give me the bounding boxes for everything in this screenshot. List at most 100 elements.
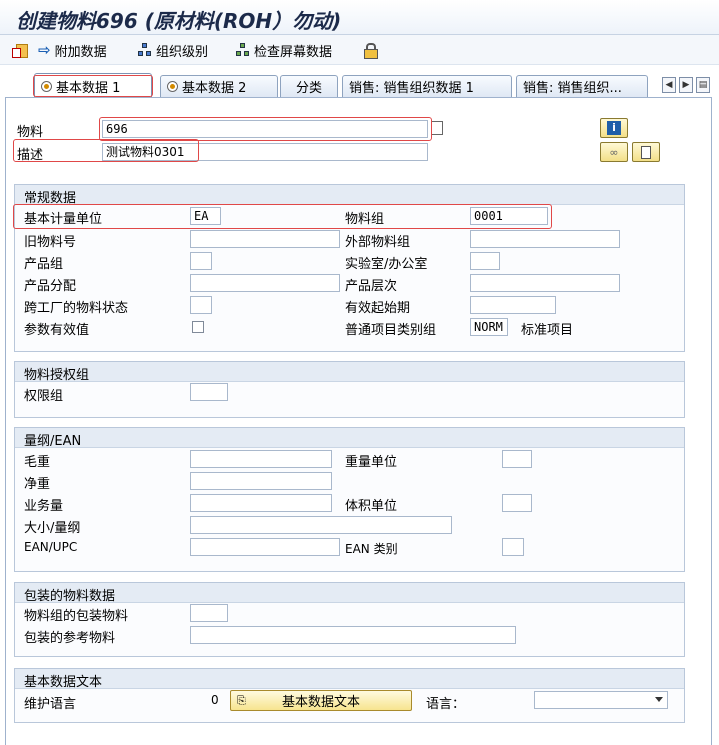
product-hierarchy-field[interactable] (470, 274, 620, 292)
copy-doc-button[interactable] (12, 40, 32, 60)
tab-sales-org-1[interactable]: 销售: 销售组织数据 1 (342, 75, 512, 97)
info-button[interactable]: i (600, 118, 628, 138)
size-dims-field[interactable] (190, 516, 452, 534)
tab-label: 分类 (295, 81, 322, 96)
arrow-right-icon: ⇨ (38, 41, 51, 59)
base-uom-field[interactable]: EA (190, 207, 221, 225)
tab-label: 销售: 销售组织... (523, 81, 622, 96)
additional-data-button[interactable]: ⇨ 附加数据 (38, 40, 107, 60)
ref-matl-pack-label: 包装的参考物料 (24, 631, 116, 646)
net-weight-field[interactable] (190, 472, 332, 490)
net-weight-label: 净重 (24, 477, 51, 492)
auth-group-label: 权限组 (24, 389, 64, 404)
weight-unit-field[interactable] (502, 450, 532, 468)
glasses-icon: ∞ (609, 145, 619, 159)
info-icon: i (607, 121, 621, 135)
glasses-button[interactable]: ∞ (600, 142, 628, 162)
window-title: 创建物料696 (原材料(ROH）勿动) (16, 9, 342, 33)
material-group-label: 物料组 (345, 212, 385, 227)
additional-data-label: 附加数据 (54, 44, 107, 60)
volume-label: 业务量 (24, 499, 64, 514)
ext-material-group-field[interactable] (470, 230, 620, 248)
auth-group: 物料授权组 (14, 361, 685, 418)
document-icon (12, 43, 28, 58)
maintain-language-label: 维护语言 (24, 697, 77, 712)
lock-icon (364, 43, 378, 59)
tab-label: 基本数据 2 (182, 81, 247, 96)
auth-group-field[interactable] (190, 383, 228, 401)
product-alloc-field[interactable] (190, 274, 340, 292)
application-toolbar: ⇨ 附加数据 组织级别 检查屏幕数据 (0, 35, 719, 65)
gen-item-cat-text: 标准项目 (521, 323, 574, 338)
org-levels-button[interactable]: 组织级别 (138, 40, 208, 60)
tab-list-icon[interactable]: ▤ (696, 77, 710, 93)
valid-from-field[interactable] (470, 296, 556, 314)
ref-matl-pack-field[interactable] (190, 626, 516, 644)
division-label: 产品组 (24, 257, 64, 272)
product-alloc-label: 产品分配 (24, 279, 77, 294)
tab-basic-data-1[interactable]: 基本数据 1 (34, 73, 152, 98)
tab-label: 销售: 销售组织数据 1 (349, 81, 474, 96)
ean-category-field[interactable] (502, 538, 524, 556)
division-field[interactable] (190, 252, 212, 270)
tab-status-icon (167, 81, 178, 92)
auth-group-title: 物料授权组 (24, 368, 90, 383)
ean-upc-field[interactable] (190, 538, 340, 556)
check-hierarchy-icon (236, 43, 250, 57)
page-icon (641, 145, 651, 159)
tab-label: 基本数据 1 (56, 80, 121, 96)
lock-button[interactable] (364, 40, 380, 60)
title-bar: 创建物料696 (原材料(ROH）勿动) (0, 0, 719, 35)
base-uom-label: 基本计量单位 (24, 212, 103, 227)
old-material-field[interactable] (190, 230, 340, 248)
size-dims-label: 大小/量纲 (24, 521, 81, 536)
valid-from-label: 有效起始期 (345, 301, 411, 316)
language-label: 语言： (426, 697, 466, 712)
tab-basic-data-2[interactable]: 基本数据 2 (160, 75, 278, 97)
param-effectivity-checkbox[interactable] (192, 321, 204, 333)
gross-weight-label: 毛重 (24, 455, 51, 470)
check-screen-data-label: 检查屏幕数据 (254, 44, 333, 60)
tab-strip: 基本数据 1 基本数据 2 分类 销售: 销售组织数据 1 销售: 销售组织..… (0, 72, 719, 98)
maintain-language-count: 0 (211, 693, 219, 707)
ean-category-label: EAN 类别 (345, 542, 398, 556)
weight-unit-label: 重量单位 (345, 455, 398, 470)
tab-sales-org-2[interactable]: 销售: 销售组织... (516, 75, 648, 97)
tab-status-icon (41, 80, 52, 92)
gen-item-cat-field[interactable]: NORM (470, 318, 508, 336)
chevron-down-icon (655, 697, 663, 702)
tab-scroll-right-icon[interactable]: ▶ (679, 77, 693, 93)
gen-item-cat-label: 普通项目类别组 (345, 323, 437, 338)
ext-material-group-label: 外部物料组 (345, 235, 411, 250)
language-dropdown[interactable] (534, 691, 668, 709)
volume-unit-field[interactable] (502, 494, 532, 512)
xplant-status-label: 跨工厂的物料状态 (24, 301, 129, 316)
param-effectivity-label: 参数有效值 (24, 323, 90, 338)
dimensions-ean-title: 量纲/EAN (24, 434, 82, 449)
tab-classification[interactable]: 分类 (280, 75, 338, 97)
description-field[interactable]: 测试物料0301 (102, 143, 428, 161)
matl-group-pack-label: 物料组的包装物料 (24, 609, 129, 624)
description-label: 描述 (17, 148, 44, 163)
old-material-label: 旧物料号 (24, 235, 77, 250)
basic-data-text-title: 基本数据文本 (24, 675, 103, 690)
gross-weight-field[interactable] (190, 450, 332, 468)
basic-data-text-button[interactable]: ⎘ 基本数据文本 (230, 690, 412, 711)
text-doc-button[interactable] (632, 142, 660, 162)
copy-icon[interactable] (431, 121, 443, 135)
material-field: 696 (102, 120, 428, 138)
material-group-field[interactable]: 0001 (470, 207, 548, 225)
ean-upc-label: EAN/UPC (24, 540, 78, 554)
lab-office-field[interactable] (470, 252, 500, 270)
volume-unit-label: 体积单位 (345, 499, 398, 514)
volume-field[interactable] (190, 494, 332, 512)
check-screen-data-button[interactable]: 检查屏幕数据 (236, 40, 332, 60)
tab-scroll-left-icon[interactable]: ◀ (662, 77, 676, 93)
xplant-status-field[interactable] (190, 296, 212, 314)
edit-text-icon: ⎘ (237, 694, 246, 707)
org-structure-icon (138, 43, 152, 57)
matl-group-pack-field[interactable] (190, 604, 228, 622)
general-data-title: 常规数据 (24, 191, 77, 206)
basic-data-text-button-label: 基本数据文本 (281, 695, 360, 710)
packaging-title: 包装的物料数据 (24, 589, 116, 604)
